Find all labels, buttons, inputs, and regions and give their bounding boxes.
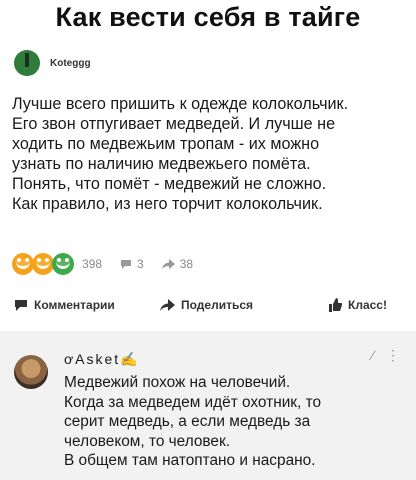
reaction-emoji-icon[interactable]	[12, 253, 34, 275]
share-button-label: Поделиться	[181, 298, 254, 312]
author-row[interactable]: Koteggg	[14, 50, 91, 76]
comment-card: ơAsket✍ ⁄ ⋮ Медвежий похож на человечий.…	[0, 331, 416, 480]
commenter-avatar[interactable]	[14, 355, 48, 389]
comments-count: 3	[137, 257, 144, 271]
comment-menu-icon[interactable]: ⁄ ⋮	[372, 347, 404, 364]
shares-stat[interactable]: 38	[161, 257, 194, 271]
thumbs-up-icon	[329, 298, 342, 312]
share-arrow-icon	[160, 298, 175, 311]
commenter-name[interactable]: ơAsket✍	[64, 351, 140, 368]
reactions-row[interactable]: 398 3 38	[12, 253, 193, 275]
share-button[interactable]: Поделиться	[160, 298, 253, 312]
share-arrow-icon	[161, 258, 175, 269]
comment-bubble-icon	[121, 259, 132, 269]
actions-row: Комментарии Поделиться Класс!	[12, 294, 408, 316]
like-button[interactable]: Класс!	[328, 298, 387, 312]
reaction-emoji-icon[interactable]	[32, 253, 54, 275]
shares-count: 38	[179, 257, 194, 271]
comments-button[interactable]: Комментарии	[14, 298, 115, 312]
like-button-label: Класс!	[348, 298, 387, 312]
reactions-count: 398	[82, 257, 103, 271]
comment-text: Медвежий похож на человечий. Когда за ме…	[64, 374, 322, 469]
comment-bubble-icon	[15, 299, 27, 311]
reaction-emoji-icon[interactable]	[52, 253, 74, 275]
comments-button-label: Комментарии	[34, 298, 115, 312]
author-name[interactable]: Koteggg	[50, 58, 91, 69]
meme-title: Как вести себя в тайге	[55, 2, 361, 32]
author-avatar[interactable]	[14, 50, 40, 76]
post-text: Лучше всего пришить к одежде колокольчик…	[12, 95, 349, 213]
comments-stat[interactable]: 3	[120, 257, 144, 271]
